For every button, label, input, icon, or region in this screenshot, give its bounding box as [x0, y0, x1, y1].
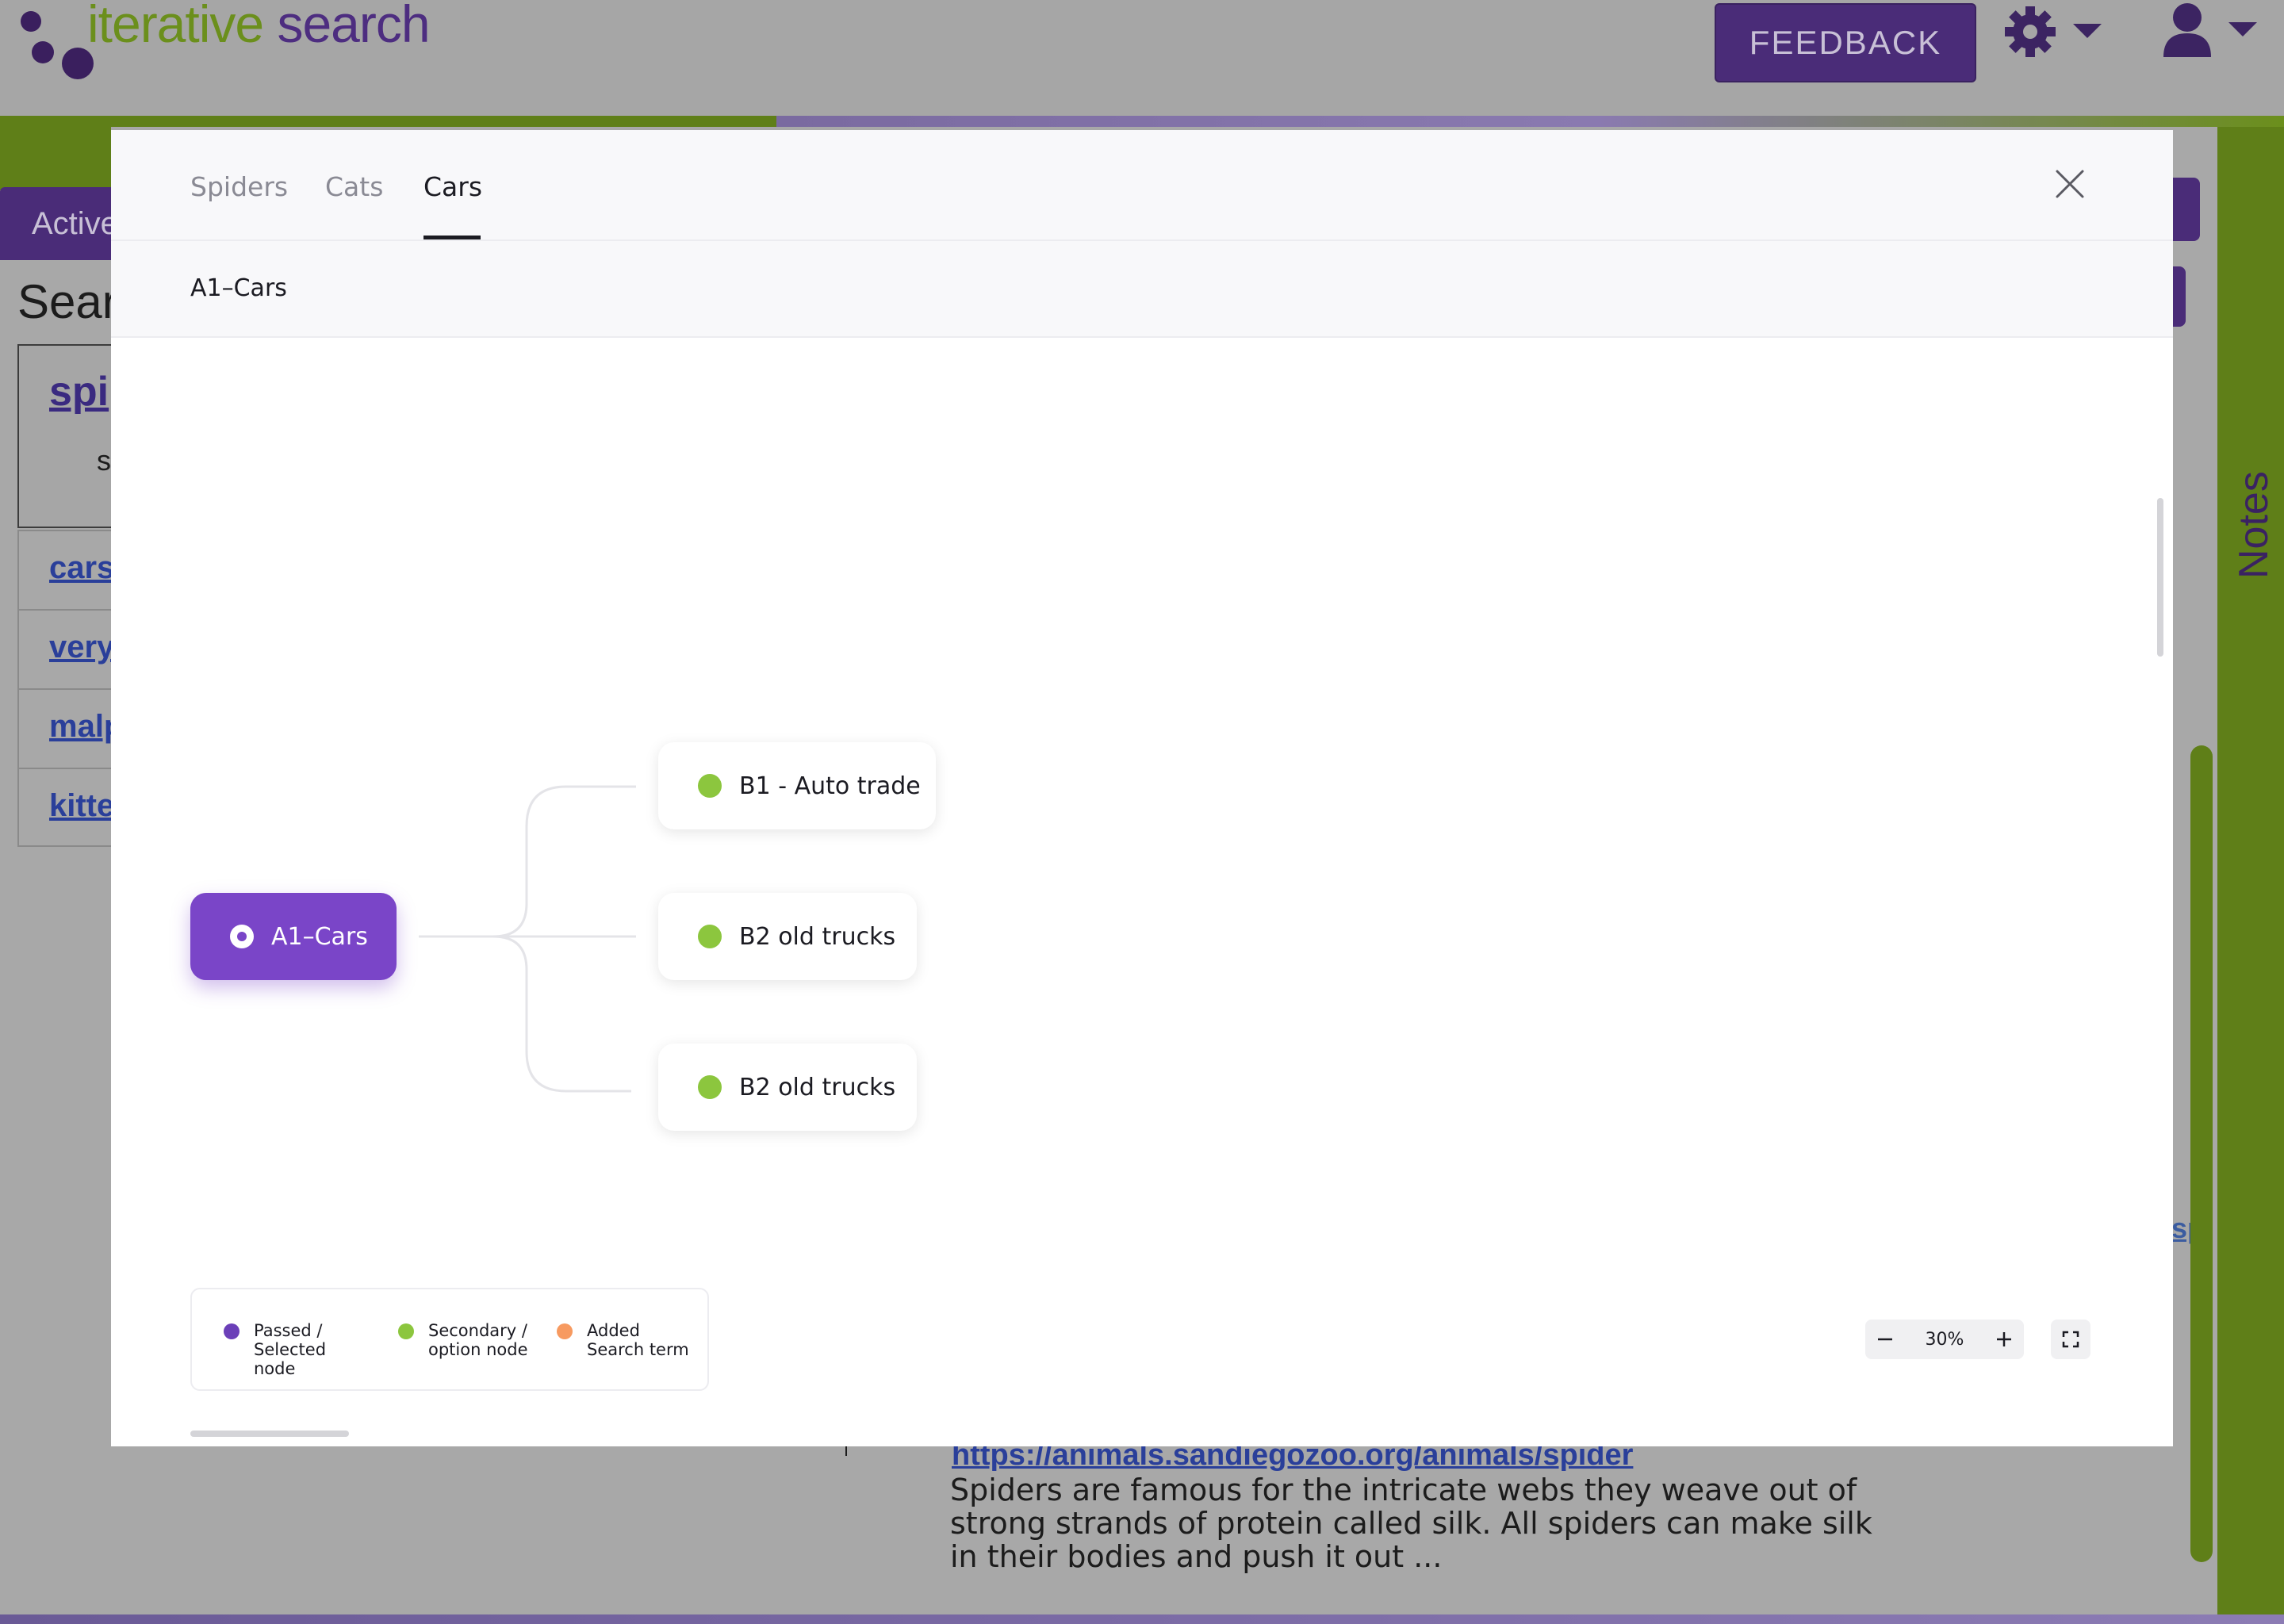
option-node-icon: [698, 1075, 722, 1099]
root-node[interactable]: A1–Cars: [190, 893, 397, 980]
tab-cats[interactable]: Cats: [325, 171, 383, 202]
plus-icon[interactable]: [1984, 1320, 2024, 1359]
minus-icon[interactable]: [1865, 1320, 1905, 1359]
logo-suffix: search: [263, 0, 430, 53]
feedback-button[interactable]: FEEDBACK: [1715, 3, 1976, 82]
tree-node[interactable]: B2 old trucks: [658, 1044, 917, 1131]
card-link[interactable]: spi: [49, 368, 109, 416]
option-node-icon: [698, 774, 722, 798]
notes-label[interactable]: Notes: [2230, 471, 2278, 579]
app-logo[interactable]: iterative search: [87, 0, 431, 53]
close-icon[interactable]: [2054, 168, 2086, 200]
tree-node-label: B1 - Auto trade: [739, 772, 921, 800]
tab-active[interactable]: Active: [0, 187, 119, 260]
user-menu-icon[interactable]: [2157, 2, 2262, 63]
legend-item: Secondary / option node: [398, 1321, 547, 1359]
legend-dot-green: [398, 1323, 414, 1339]
search-heading: Sear: [17, 275, 118, 328]
legend-label: Added Search term: [587, 1321, 689, 1359]
legend-label: Secondary / option node: [428, 1321, 528, 1359]
legend-dot-orange: [557, 1323, 573, 1339]
list-item-link[interactable]: kitte: [49, 788, 114, 824]
root-node-label: A1–Cars: [271, 922, 368, 951]
logo-dot: [21, 11, 41, 32]
selected-node-icon: [230, 925, 254, 948]
option-node-icon: [698, 925, 722, 948]
logo-dot: [32, 41, 54, 63]
green-band: [0, 127, 111, 190]
logo-prefix: iterative: [87, 0, 264, 53]
tree-node-label: B2 old trucks: [739, 1073, 896, 1101]
breadcrumb: A1–Cars: [190, 274, 287, 302]
tree-modal: Spiders Cats Cars A1–Cars A1–Cars B1 - A…: [111, 130, 2173, 1446]
legend-label: Passed / Selected node: [254, 1321, 327, 1378]
tree-canvas[interactable]: A1–Cars B1 - Auto trade B2 old trucks B2…: [111, 338, 2173, 1446]
notes-sidebar[interactable]: [2217, 127, 2284, 1618]
modal-tabs: Spiders Cats Cars: [111, 130, 2173, 241]
legend: Passed / Selected node Secondary / optio…: [190, 1288, 709, 1391]
zoom-control: 30%: [1865, 1320, 2024, 1359]
legend-item: Passed / Selected node: [224, 1321, 373, 1378]
result-snippet: Spiders are famous for the intricate web…: [950, 1473, 1872, 1574]
legend-dot-purple: [224, 1323, 240, 1339]
vertical-scrollbar[interactable]: [2157, 498, 2163, 657]
progress-bar: [0, 116, 2284, 127]
card-text: s: [97, 444, 111, 477]
active-tab-indicator: [423, 236, 481, 239]
breadcrumb-bar: A1–Cars: [111, 241, 2173, 338]
page-scrollbar[interactable]: [2190, 745, 2213, 1562]
tree-node-label: B2 old trucks: [739, 922, 896, 951]
settings-icon[interactable]: [2003, 3, 2108, 63]
list-item-link[interactable]: very: [49, 630, 114, 665]
tree-connectors: [419, 785, 636, 1093]
fullscreen-icon[interactable]: [2051, 1320, 2090, 1359]
tree-node[interactable]: B2 old trucks: [658, 893, 917, 980]
tab-cars[interactable]: Cars: [423, 171, 482, 202]
legend-item: Added Search term: [557, 1321, 690, 1359]
tree-node[interactable]: B1 - Auto trade: [658, 742, 936, 829]
bottom-bar: [0, 1614, 2284, 1624]
tab-spiders[interactable]: Spiders: [190, 171, 288, 202]
horizontal-scrollbar[interactable]: [190, 1431, 349, 1437]
list-item-link[interactable]: cars: [49, 550, 114, 586]
zoom-level: 30%: [1925, 1329, 1964, 1350]
